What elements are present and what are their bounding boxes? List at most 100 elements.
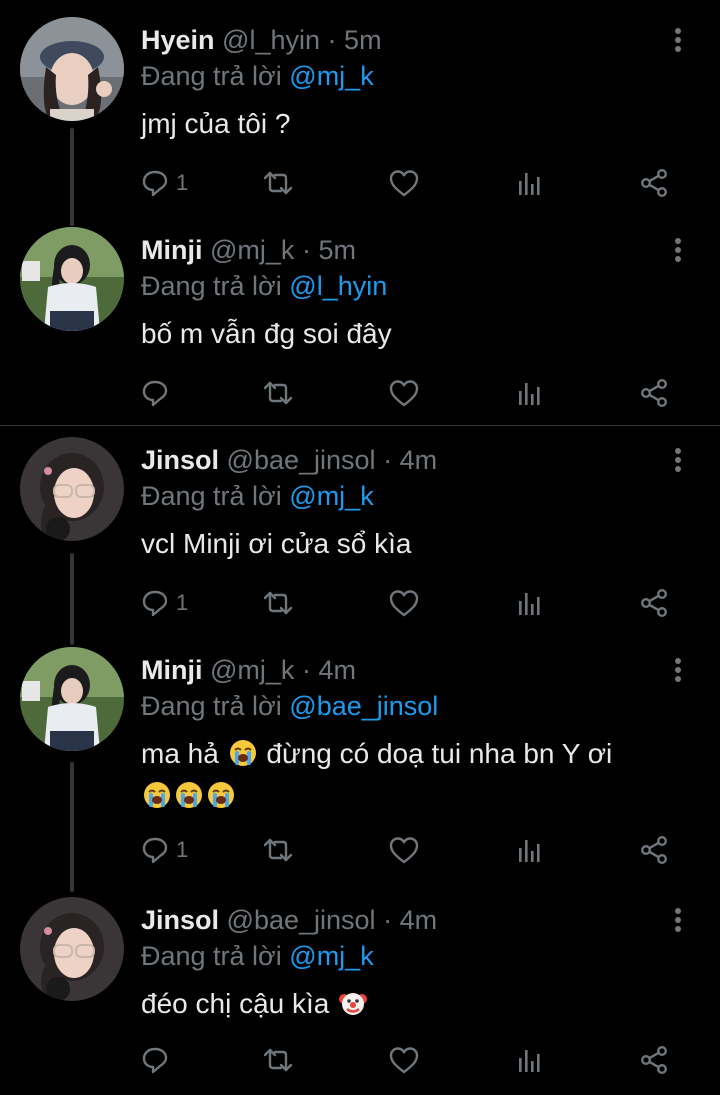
mention-link[interactable]: @mj_k bbox=[289, 61, 373, 91]
replying-to: Đang trả lời @mj_k bbox=[141, 58, 374, 94]
retweet-icon bbox=[261, 835, 295, 865]
mention-link[interactable]: @bae_jinsol bbox=[289, 691, 438, 721]
like-button[interactable] bbox=[388, 1040, 420, 1080]
avatar[interactable] bbox=[20, 437, 124, 541]
clown-face-emoji bbox=[339, 989, 368, 1017]
reply-count: 1 bbox=[176, 837, 189, 862]
retweet-button[interactable] bbox=[261, 373, 295, 413]
avatar[interactable] bbox=[20, 647, 124, 751]
loudly-crying-face-emoji bbox=[143, 781, 171, 809]
mention-link[interactable]: @l_hyin bbox=[289, 271, 387, 301]
share-button[interactable] bbox=[638, 163, 670, 203]
author-handle[interactable]: @bae_jinsol bbox=[227, 905, 376, 935]
mention-link[interactable]: @mj_k bbox=[289, 941, 373, 971]
tweet[interactable]: Jinsol @bae_jinsol · 4m Đang trả lời @mj… bbox=[0, 420, 720, 635]
views-button[interactable] bbox=[516, 830, 544, 870]
replying-prefix: Đang trả lời bbox=[141, 61, 282, 91]
reply-button[interactable]: 1 bbox=[140, 583, 188, 623]
reply-button[interactable] bbox=[140, 373, 170, 413]
timestamp[interactable]: 5m bbox=[318, 235, 356, 265]
author-handle[interactable]: @bae_jinsol bbox=[227, 445, 376, 475]
tweet-header: Jinsol @bae_jinsol · 4m bbox=[141, 903, 437, 937]
share-button[interactable] bbox=[638, 583, 670, 623]
tweet-text: jmj của tôi ? bbox=[141, 108, 291, 139]
separator-dot: · bbox=[383, 445, 393, 475]
like-button[interactable] bbox=[388, 373, 420, 413]
like-button[interactable] bbox=[388, 583, 420, 623]
heart-icon bbox=[388, 168, 420, 198]
author-name[interactable]: Minji bbox=[141, 655, 203, 685]
tweet[interactable]: Minji @mj_k · 4m Đang trả lời @bae_jinso… bbox=[0, 630, 720, 890]
loudly-crying-face-emoji bbox=[175, 781, 203, 809]
views-button[interactable] bbox=[516, 163, 544, 203]
more-vertical-icon[interactable] bbox=[664, 236, 692, 264]
author-name[interactable]: Hyein bbox=[141, 25, 215, 55]
replying-to: Đang trả lời @l_hyin bbox=[141, 268, 387, 304]
reply-icon bbox=[140, 588, 170, 618]
views-button[interactable] bbox=[516, 373, 544, 413]
separator-dot: · bbox=[327, 25, 337, 55]
timestamp[interactable]: 4m bbox=[400, 905, 438, 935]
tweet-text: ma hả đừng có doạ tui nha bn Y ơi bbox=[141, 733, 686, 817]
retweet-button[interactable] bbox=[261, 583, 295, 623]
author-handle[interactable]: @mj_k bbox=[210, 235, 294, 265]
views-chart-icon bbox=[516, 378, 544, 408]
avatar[interactable] bbox=[20, 17, 124, 121]
more-vertical-icon[interactable] bbox=[664, 906, 692, 934]
author-name[interactable]: Jinsol bbox=[141, 445, 219, 475]
replying-to: Đang trả lời @bae_jinsol bbox=[141, 688, 438, 724]
mention-link[interactable]: @mj_k bbox=[289, 481, 373, 511]
author-handle[interactable]: @mj_k bbox=[210, 655, 294, 685]
retweet-icon bbox=[261, 168, 295, 198]
retweet-button[interactable] bbox=[261, 163, 295, 203]
separator-dot: · bbox=[301, 655, 311, 685]
heart-icon bbox=[388, 1045, 420, 1075]
views-button[interactable] bbox=[516, 1040, 544, 1080]
timestamp[interactable]: 4m bbox=[400, 445, 438, 475]
views-chart-icon bbox=[516, 168, 544, 198]
tweet-text: vcl Minji ơi cửa sổ kìa bbox=[141, 528, 412, 559]
reply-button[interactable]: 1 bbox=[140, 830, 188, 870]
tweet-header: Minji @mj_k · 5m bbox=[141, 233, 356, 267]
timestamp[interactable]: 4m bbox=[318, 655, 356, 685]
reply-icon bbox=[140, 835, 170, 865]
retweet-icon bbox=[261, 378, 295, 408]
tweet-header: Minji @mj_k · 4m bbox=[141, 653, 356, 687]
avatar[interactable] bbox=[20, 227, 124, 331]
author-handle[interactable]: @l_hyin bbox=[222, 25, 320, 55]
heart-icon bbox=[388, 835, 420, 865]
action-bar: 1 bbox=[0, 583, 720, 623]
share-button[interactable] bbox=[638, 1040, 670, 1080]
timestamp[interactable]: 5m bbox=[344, 25, 382, 55]
views-chart-icon bbox=[516, 1045, 544, 1075]
reply-icon bbox=[140, 378, 170, 408]
reply-button[interactable] bbox=[140, 1040, 170, 1080]
share-button[interactable] bbox=[638, 373, 670, 413]
loudly-crying-face-emoji bbox=[207, 781, 235, 809]
reply-button[interactable]: 1 bbox=[140, 163, 188, 203]
share-icon bbox=[638, 835, 670, 865]
share-icon bbox=[638, 1045, 670, 1075]
author-name[interactable]: Minji bbox=[141, 235, 203, 265]
more-vertical-icon[interactable] bbox=[664, 26, 692, 54]
reply-icon bbox=[140, 1045, 170, 1075]
share-button[interactable] bbox=[638, 830, 670, 870]
like-button[interactable] bbox=[388, 163, 420, 203]
more-vertical-icon[interactable] bbox=[664, 656, 692, 684]
views-button[interactable] bbox=[516, 583, 544, 623]
tweet-header: Hyein @l_hyin · 5m bbox=[141, 23, 382, 57]
retweet-button[interactable] bbox=[261, 830, 295, 870]
tweet[interactable]: Hyein @l_hyin · 5m Đang trả lời @mj_k jm… bbox=[0, 0, 720, 215]
reply-icon bbox=[140, 168, 170, 198]
tweet-text-part: đéo chị cậu kìa bbox=[141, 988, 330, 1019]
author-name[interactable]: Jinsol bbox=[141, 905, 219, 935]
avatar[interactable] bbox=[20, 897, 124, 1001]
tweet-text-part: ma hả bbox=[141, 738, 219, 769]
more-vertical-icon[interactable] bbox=[664, 446, 692, 474]
tweet[interactable]: Jinsol @bae_jinsol · 4m Đang trả lời @mj… bbox=[0, 880, 720, 1095]
like-button[interactable] bbox=[388, 830, 420, 870]
retweet-button[interactable] bbox=[261, 1040, 295, 1080]
retweet-icon bbox=[261, 1045, 295, 1075]
tweet[interactable]: Minji @mj_k · 5m Đang trả lời @l_hyin bố… bbox=[0, 210, 720, 425]
heart-icon bbox=[388, 378, 420, 408]
